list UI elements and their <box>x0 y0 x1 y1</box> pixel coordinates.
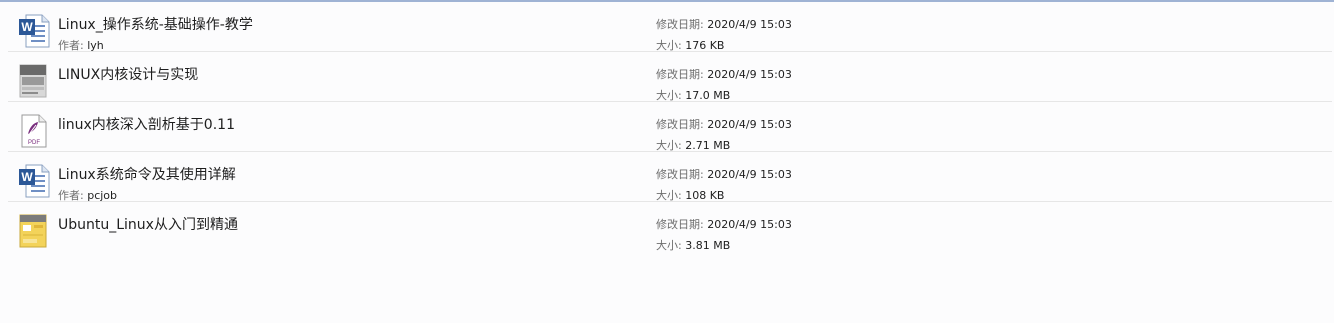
file-size: 大小: 3.81 MB <box>656 237 730 253</box>
size-label: 大小: <box>656 89 682 102</box>
size-value: 176 KB <box>685 39 725 52</box>
file-author: 作者: pcjob <box>58 187 117 203</box>
size-label: 大小: <box>656 239 682 252</box>
size-value: 2.71 MB <box>685 139 731 152</box>
size-label: 大小: <box>656 139 682 152</box>
file-name[interactable]: LINUX内核设计与实现 <box>58 64 198 84</box>
file-row[interactable]: PDF linux内核深入剖析基于0.11 修改日期: 2020/4/9 15:… <box>8 102 1332 152</box>
date-value: 2020/4/9 15:03 <box>707 118 792 131</box>
author-value: pcjob <box>87 189 118 202</box>
date-value: 2020/4/9 15:03 <box>707 18 792 31</box>
file-size: 大小: 17.0 MB <box>656 87 730 103</box>
date-value: 2020/4/9 15:03 <box>707 168 792 181</box>
word-document-icon: W <box>18 164 50 198</box>
file-row[interactable]: W Linux系统命令及其使用详解 作者: pcjob 修改日期: 2020/4… <box>8 152 1332 202</box>
file-size: 大小: 108 KB <box>656 187 724 203</box>
author-value: lyh <box>87 39 104 52</box>
date-label: 修改日期: <box>656 118 704 131</box>
modified-date: 修改日期: 2020/4/9 15:03 <box>656 166 792 182</box>
size-value: 108 KB <box>685 189 725 202</box>
author-label: 作者: <box>58 189 84 202</box>
file-row[interactable]: Ubuntu_Linux从入门到精通 修改日期: 2020/4/9 15:03 … <box>8 202 1332 253</box>
file-size: 大小: 2.71 MB <box>656 137 730 153</box>
file-name[interactable]: Linux系统命令及其使用详解 <box>58 164 236 184</box>
file-name[interactable]: Linux_操作系统-基础操作-教学 <box>58 14 253 34</box>
file-row[interactable]: LINUX内核设计与实现 修改日期: 2020/4/9 15:03 大小: 17… <box>8 52 1332 102</box>
date-label: 修改日期: <box>656 218 704 231</box>
size-value: 3.81 MB <box>685 239 731 252</box>
svg-text:W: W <box>21 20 33 34</box>
date-label: 修改日期: <box>656 168 704 181</box>
modified-date: 修改日期: 2020/4/9 15:03 <box>656 116 792 132</box>
modified-date: 修改日期: 2020/4/9 15:03 <box>656 66 792 82</box>
word-document-icon: W <box>18 14 50 48</box>
svg-text:PDF: PDF <box>28 140 40 146</box>
size-label: 大小: <box>656 189 682 202</box>
file-name[interactable]: Ubuntu_Linux从入门到精通 <box>58 214 238 234</box>
date-label: 修改日期: <box>656 18 704 31</box>
date-value: 2020/4/9 15:03 <box>707 68 792 81</box>
size-label: 大小: <box>656 39 682 52</box>
file-row[interactable]: W Linux_操作系统-基础操作-教学 作者: lyh 修改日期: 2020/… <box>8 2 1332 52</box>
file-list: W Linux_操作系统-基础操作-教学 作者: lyh 修改日期: 2020/… <box>0 2 1334 253</box>
file-author: 作者: lyh <box>58 37 104 53</box>
date-label: 修改日期: <box>656 68 704 81</box>
modified-date: 修改日期: 2020/4/9 15:03 <box>656 216 792 232</box>
size-value: 17.0 MB <box>685 89 731 102</box>
date-value: 2020/4/9 15:03 <box>707 218 792 231</box>
modified-date: 修改日期: 2020/4/9 15:03 <box>656 16 792 32</box>
author-label: 作者: <box>58 39 84 52</box>
svg-text:W: W <box>21 170 33 184</box>
book-thumbnail-icon <box>18 64 50 98</box>
book-thumbnail-icon <box>18 214 50 248</box>
file-name[interactable]: linux内核深入剖析基于0.11 <box>58 114 235 134</box>
pdf-document-icon: PDF <box>18 114 50 148</box>
file-size: 大小: 176 KB <box>656 37 724 53</box>
